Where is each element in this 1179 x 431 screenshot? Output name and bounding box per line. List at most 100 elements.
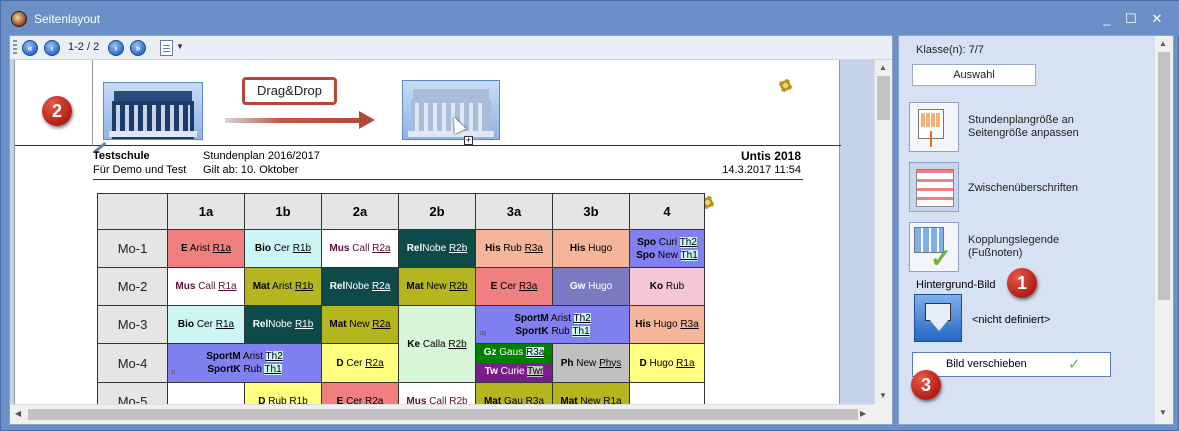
lesson-cell[interactable]: His Hugo R3a: [629, 305, 705, 344]
scroll-down-icon[interactable]: ▼: [879, 391, 887, 400]
chevron-down-icon[interactable]: ▼: [176, 42, 184, 51]
print-datetime: 14.3.2017 11:54: [722, 164, 801, 176]
divider: [93, 179, 803, 180]
table-row: Mo-5 D Rub R1b E Cer R2a Mus Call R2b Ma…: [97, 382, 705, 404]
lesson-cell[interactable]: His Hugo: [552, 229, 630, 268]
next-page-button[interactable]: ›: [108, 40, 124, 56]
class-header: 3b: [552, 193, 630, 230]
school-subtitle: Für Demo und Test: [93, 164, 187, 176]
period-header: Mo-3: [97, 305, 168, 344]
dragged-image-preview: [402, 80, 500, 140]
lesson-cell[interactable]: Mat New R2b: [398, 267, 476, 306]
title-bar: Seitenlayout _ ☐ ✕: [1, 1, 1179, 35]
scroll-up-icon[interactable]: ▲: [1159, 39, 1167, 48]
period-header: Mo-4: [97, 343, 168, 383]
lesson-cell[interactable]: Bio Cer R1b: [244, 229, 322, 268]
lesson-cell[interactable]: SportM Arist Th2 SportK Rub Th1 1): [167, 343, 322, 383]
lesson-cell[interactable]: RelNobe R1b: [244, 305, 322, 344]
lesson-cell[interactable]: Ph New Phys: [552, 343, 630, 383]
page-header-area: Drag&Drop +: [15, 60, 841, 146]
lesson-cell[interactable]: Mat New R1a: [552, 382, 630, 404]
scroll-thumb[interactable]: [28, 409, 858, 420]
prev-page-button[interactable]: ‹: [44, 40, 60, 56]
lesson-cell[interactable]: SportM Arist Th2 SportK Rub Th1 10): [475, 305, 630, 344]
subheadings-icon[interactable]: [909, 162, 959, 212]
page-canvas[interactable]: Drag&Drop + Testschule Für Demo und Test…: [10, 60, 874, 404]
corner-cell: [97, 193, 168, 230]
lesson-cell[interactable]: Gw Hugo: [552, 267, 630, 306]
background-image-icon[interactable]: [914, 294, 962, 342]
fit-to-page-icon[interactable]: [909, 102, 959, 152]
plan-title: Stundenplan 2016/2017: [203, 150, 320, 162]
lesson-cell[interactable]: Spo Curi Th2 Spo New Th1: [629, 229, 705, 268]
lesson-cell[interactable]: E Cer R3a: [475, 267, 553, 306]
lesson-cell[interactable]: Mat New R2a: [321, 305, 399, 344]
check-icon: ✓: [1068, 356, 1081, 373]
selection-button[interactable]: Auswahl: [912, 64, 1036, 86]
school-building-image[interactable]: [103, 82, 203, 140]
callout-badge-3: 3: [911, 370, 941, 400]
lesson-cell[interactable]: Mus Call R2a: [321, 229, 399, 268]
scroll-up-icon[interactable]: ▲: [879, 63, 887, 72]
lesson-cell[interactable]: E Cer R2a: [321, 382, 399, 404]
lesson-cell[interactable]: Mat Gau R3a: [475, 382, 553, 404]
empty-cell[interactable]: [629, 382, 705, 404]
class-header: 2a: [321, 193, 399, 230]
move-image-button[interactable]: Bild verschieben ✓: [912, 352, 1111, 377]
table-row: Mo-2 Mus Call R1a Mat Arist R1b RelNobe …: [97, 267, 705, 306]
lesson-cell[interactable]: His Rub R3a: [475, 229, 553, 268]
period-header: Mo-5: [97, 382, 168, 404]
class-header: 3a: [475, 193, 553, 230]
app-icon: [11, 11, 27, 27]
timetable[interactable]: 1a 1b 2a 2b 3a 3b 4 Mo-1 E Arist R1a Bio…: [97, 193, 705, 404]
lesson-cell[interactable]: RelNobe R2a: [321, 267, 399, 306]
lesson-cell[interactable]: D Cer R2a: [321, 343, 399, 383]
lesson-cell[interactable]: RelNobe R2b: [398, 229, 476, 268]
fit-to-page-label: Stundenplangröße an Seitengröße anpassen: [968, 114, 1079, 139]
coupling-legend-icon[interactable]: ✓: [909, 222, 959, 273]
scroll-left-icon[interactable]: ◀: [15, 409, 21, 418]
class-count: Klasse(n): 7/7: [916, 44, 984, 56]
period-header: Mo-1: [97, 229, 168, 268]
footnote-marker: 10): [479, 331, 487, 337]
minimize-button[interactable]: _: [1095, 8, 1119, 30]
product-name: Untis 2018: [740, 149, 801, 163]
window-title: Seitenlayout: [34, 12, 101, 26]
page-setup-icon[interactable]: [160, 40, 173, 56]
lesson-cell[interactable]: Mus Call R2b: [398, 382, 476, 404]
toolbar-grip-icon[interactable]: [13, 40, 17, 56]
period-header: Mo-2: [97, 267, 168, 306]
horizontal-scrollbar[interactable]: ◀ ▶: [10, 404, 874, 424]
lesson-cell[interactable]: Mus Call R1a: [167, 267, 245, 306]
options-scrollbar[interactable]: ▲ ▼: [1155, 36, 1173, 424]
main-window: Seitenlayout _ ☐ ✕ « ‹ 1-2 / 2 › » ▼ Dra…: [0, 0, 1179, 431]
scroll-thumb[interactable]: [877, 76, 890, 120]
lesson-cell[interactable]: Bio Cer R1a: [167, 305, 245, 344]
scroll-right-icon[interactable]: ▶: [860, 409, 866, 418]
coupling-legend-label: Kopplungslegende (Fußnoten): [968, 234, 1060, 259]
print-page: Drag&Drop + Testschule Für Demo und Test…: [14, 60, 841, 404]
callout-badge-2: 2: [42, 96, 72, 126]
last-page-button[interactable]: »: [130, 40, 146, 56]
lesson-cell[interactable]: D Rub R1b: [244, 382, 322, 404]
footnote-marker: 1): [171, 370, 176, 376]
maximize-button[interactable]: ☐: [1119, 8, 1143, 30]
empty-cell[interactable]: [167, 382, 245, 404]
vertical-scrollbar[interactable]: ▲ ▼: [874, 60, 892, 404]
class-header: 1b: [244, 193, 322, 230]
drag-drop-label: Drag&Drop: [242, 77, 337, 105]
gear-icon[interactable]: [779, 79, 792, 92]
scroll-corner: [874, 404, 892, 424]
lesson-cell[interactable]: Gz Gaus R3a Tw Curie Twr: [475, 343, 553, 383]
lesson-cell[interactable]: Ko Rub: [629, 267, 705, 306]
scroll-down-icon[interactable]: ▼: [1159, 408, 1167, 417]
first-page-button[interactable]: «: [22, 40, 38, 56]
lesson-cell[interactable]: E Arist R1a: [167, 229, 245, 268]
lesson-cell[interactable]: Ke Calla R2b: [398, 305, 476, 383]
close-button[interactable]: ✕: [1145, 8, 1169, 30]
lesson-cell[interactable]: Mat Arist R1b: [244, 267, 322, 306]
scroll-thumb[interactable]: [1158, 52, 1170, 300]
lesson-cell[interactable]: D Hugo R1a: [629, 343, 705, 383]
arrow-icon: [225, 118, 363, 123]
preview-pane: « ‹ 1-2 / 2 › » ▼ Drag&Drop + Testschule…: [9, 35, 893, 425]
